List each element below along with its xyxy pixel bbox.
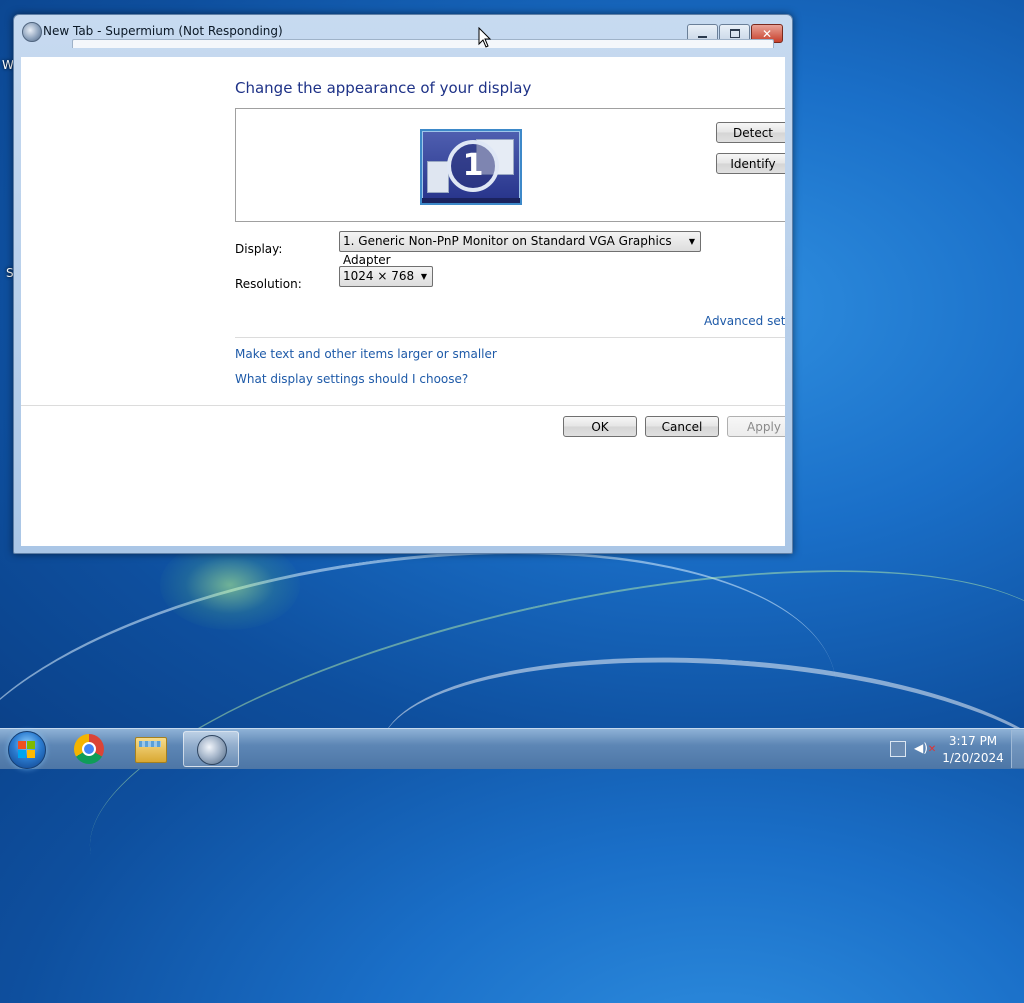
chrome-icon	[74, 734, 104, 764]
resolution-select-value: 1024 × 768	[343, 269, 415, 283]
divider	[21, 405, 785, 406]
detect-button[interactable]: Detect	[716, 122, 785, 143]
display-select-value: 1. Generic Non-PnP Monitor on Standard V…	[343, 234, 672, 267]
monitor-preview-taskbar	[422, 198, 520, 203]
monitor-preview-window	[427, 161, 449, 193]
monitor-number-badge: 1	[447, 140, 499, 192]
monitor-arrangement-area: 1 Detect Identify	[235, 108, 785, 222]
display-select[interactable]: 1. Generic Non-PnP Monitor on Standard V…	[339, 231, 701, 267]
resolution-select[interactable]: 1024 × 768 ▼	[339, 266, 433, 287]
supermium-icon	[22, 22, 42, 42]
window-title: New Tab - Supermium (Not Responding)	[43, 24, 283, 38]
cancel-button[interactable]: Cancel	[645, 416, 719, 437]
maximize-icon	[729, 29, 740, 38]
identify-button[interactable]: Identify	[716, 153, 785, 174]
system-clock[interactable]: 3:17 PM 1/20/2024	[940, 733, 1006, 767]
start-button[interactable]	[8, 731, 46, 769]
show-desktop-button[interactable]	[1011, 730, 1024, 768]
taskbar-explorer-button[interactable]	[122, 731, 178, 767]
ok-button[interactable]: OK	[563, 416, 637, 437]
browser-window: New Tab - Supermium (Not Responding) ✕ C…	[13, 14, 793, 554]
taskbar-chrome-button[interactable]	[62, 731, 118, 767]
clock-time: 3:17 PM	[948, 734, 998, 748]
apply-button[interactable]: Apply	[727, 416, 785, 437]
supermium-icon	[197, 735, 227, 765]
display-label: Display:	[235, 242, 283, 256]
volume-muted-icon[interactable]: ◀)✕	[914, 741, 936, 755]
browser-address-strip	[72, 39, 774, 48]
network-icon[interactable]	[890, 741, 906, 757]
clock-date: 1/20/2024	[942, 751, 1004, 765]
folder-icon	[135, 737, 167, 763]
resolution-label: Resolution:	[235, 277, 302, 291]
display-settings-panel: Change the appearance of your display 1 …	[21, 57, 785, 546]
windows-logo-icon	[18, 741, 36, 759]
monitor-1-tile[interactable]: 1	[420, 129, 522, 205]
page-title: Change the appearance of your display	[235, 79, 532, 97]
chevron-down-icon: ▼	[420, 272, 427, 281]
desktop-swoosh	[373, 635, 1024, 910]
minimize-icon	[698, 35, 707, 38]
taskbar: ◀)✕ 3:17 PM 1/20/2024	[0, 728, 1024, 769]
close-icon: ✕	[761, 26, 773, 41]
advanced-settings-link[interactable]: Advanced settings	[704, 314, 785, 328]
taskbar-supermium-button[interactable]	[183, 731, 239, 767]
display-help-link[interactable]: What display settings should I choose?	[235, 372, 468, 386]
mouse-cursor-icon	[478, 27, 492, 48]
divider	[235, 337, 785, 338]
text-size-link[interactable]: Make text and other items larger or smal…	[235, 347, 497, 361]
chevron-down-icon: ▼	[688, 237, 695, 246]
